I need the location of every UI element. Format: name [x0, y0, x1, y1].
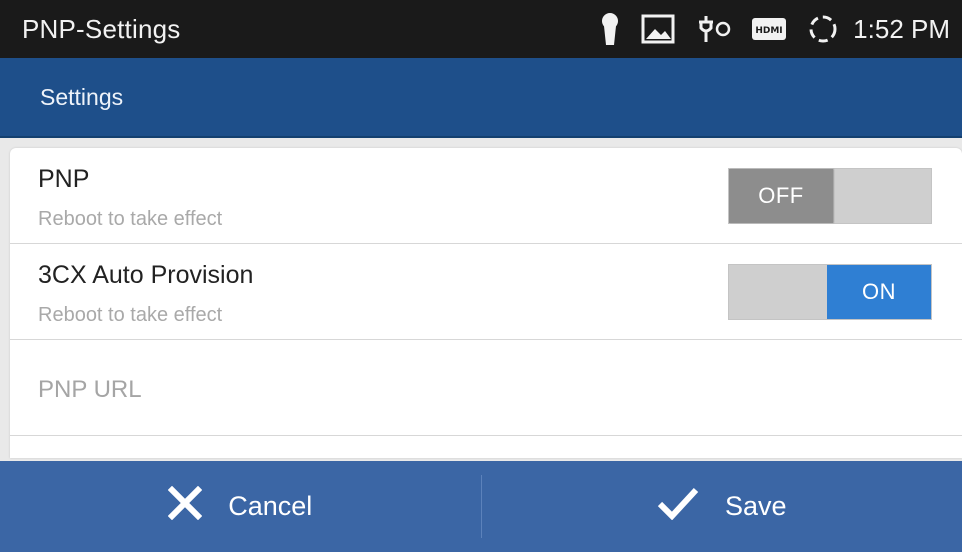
status-icons: HDMI 1:52 PM	[599, 12, 950, 46]
check-icon	[657, 486, 699, 527]
auto-provision-row[interactable]: 3CX Auto Provision Reboot to take effect…	[10, 244, 962, 340]
pnp-hint: Reboot to take effect	[38, 208, 223, 230]
settings-header: Settings	[0, 58, 962, 138]
pnp-url-field[interactable]: PNP URL	[10, 340, 962, 436]
pnp-row[interactable]: PNP Reboot to take effect OFF	[10, 148, 962, 244]
pnp-url-placeholder: PNP URL	[38, 376, 142, 403]
app-title: PNP-Settings	[22, 13, 181, 44]
status-bar: PNP-Settings HDMI 1:52 PM	[0, 0, 962, 58]
close-icon	[167, 485, 203, 527]
auto-provision-hint: Reboot to take effect	[38, 304, 223, 326]
usb-debug-icon	[695, 14, 731, 44]
auto-provision-label: 3CX Auto Provision	[38, 261, 254, 289]
settings-card: PNP Reboot to take effect OFF 3CX Auto P…	[10, 148, 962, 458]
pnp-label: PNP	[38, 165, 90, 193]
header-title: Settings	[40, 83, 124, 110]
sync-icon	[807, 13, 839, 45]
image-icon	[641, 14, 675, 44]
save-label: Save	[724, 491, 787, 521]
keyhole-icon	[599, 12, 621, 46]
pnp-toggle[interactable]: OFF	[728, 168, 932, 224]
hdmi-icon: HDMI	[751, 17, 787, 41]
hdmi-text: HDMI	[756, 26, 783, 36]
cancel-button[interactable]: Cancel	[0, 461, 481, 552]
auto-provision-toggle[interactable]: ON	[728, 264, 932, 320]
save-button[interactable]: Save	[482, 461, 962, 552]
action-bar: Cancel Save	[0, 461, 962, 552]
auto-provision-toggle-state: ON	[827, 265, 931, 319]
cancel-label: Cancel	[228, 491, 313, 521]
pnp-toggle-state: OFF	[729, 169, 833, 223]
clock: 1:52 PM	[853, 13, 950, 44]
